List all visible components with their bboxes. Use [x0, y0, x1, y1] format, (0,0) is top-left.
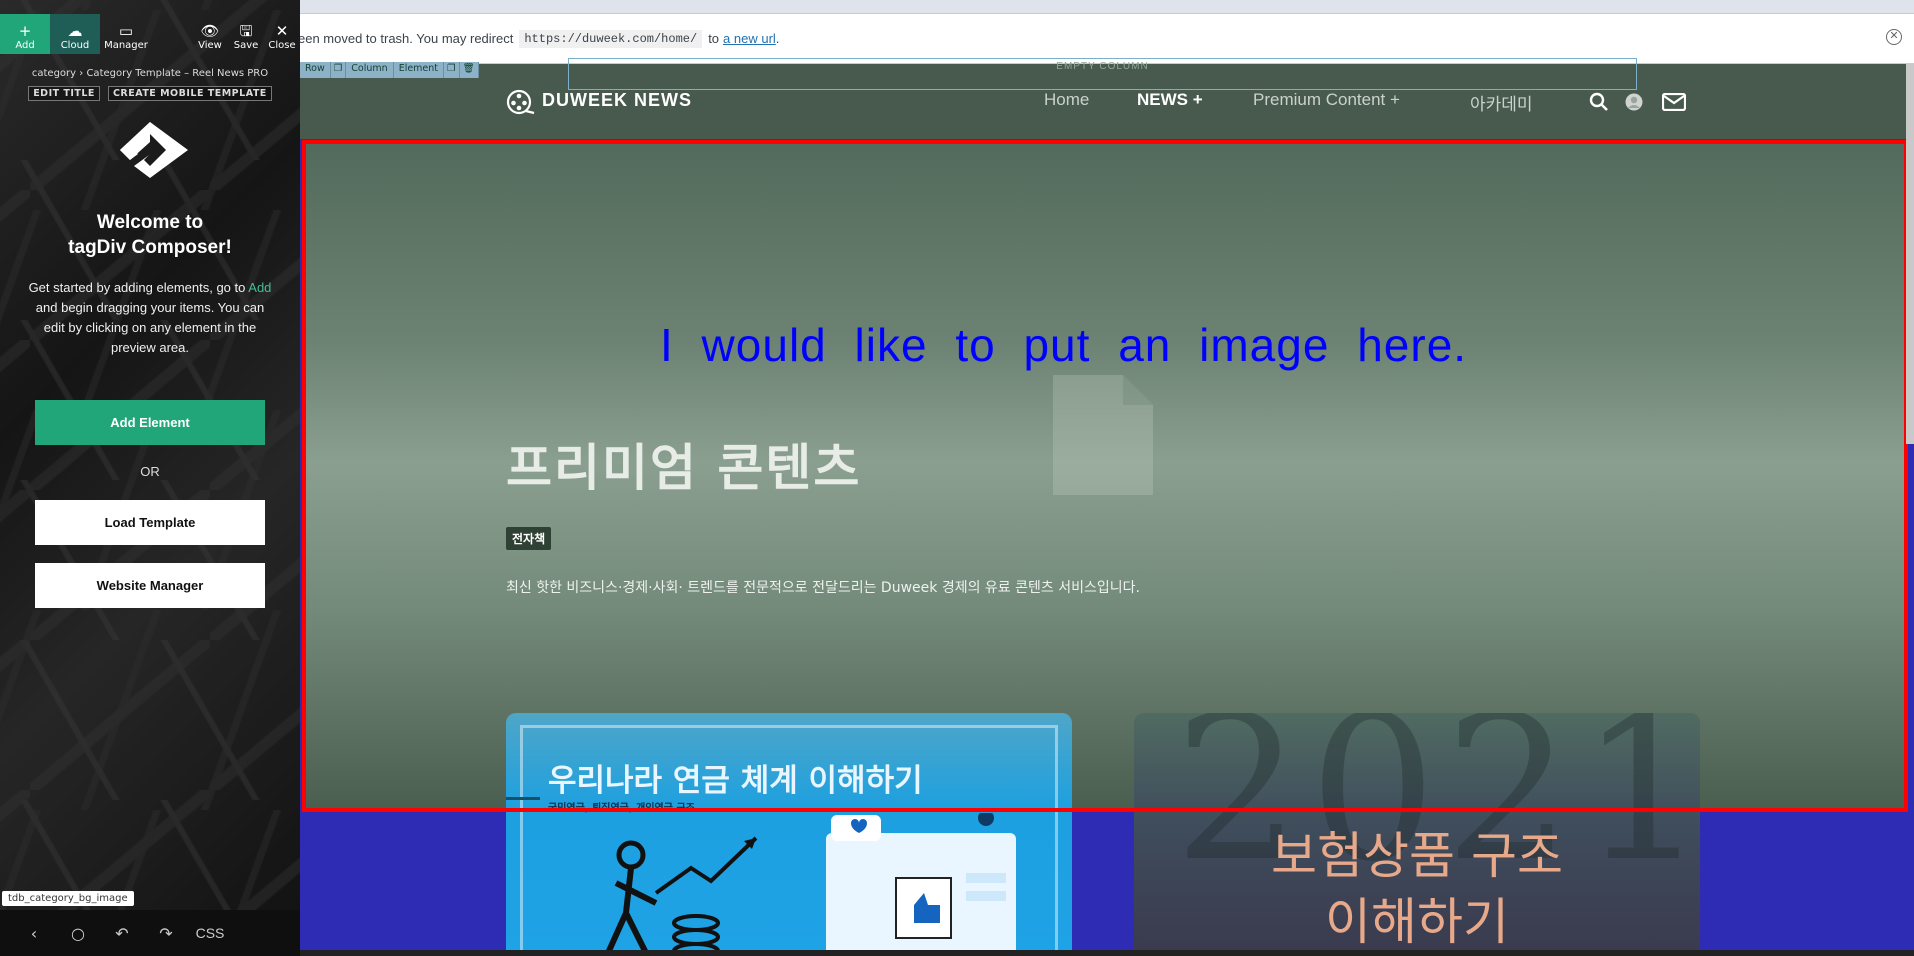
nav-academy[interactable]: 아카데미: [1470, 90, 1533, 115]
card-subtitle: 국민연금, 퇴직연금, 개인연금 구조: [548, 803, 695, 814]
save-label: Save: [233, 40, 259, 51]
intro-add-link[interactable]: Add: [248, 280, 271, 295]
pension-illustration: [605, 813, 1016, 956]
nav-premium-label: Premium Content: [1253, 90, 1386, 109]
nav-premium-plus: +: [1390, 90, 1400, 109]
breadcrumb-current: Category Template – Reel News PRO: [86, 68, 269, 79]
plus-icon: +: [18, 22, 32, 40]
create-mobile-template-button[interactable]: CREATE MOBILE TEMPLATE: [107, 86, 272, 101]
sidebar-bottom-bar: ‹ ○ ↶ ↷ CSS: [0, 910, 300, 956]
back-arrow-icon[interactable]: ‹: [12, 924, 56, 943]
preview-area: een moved to trash. You may redirect htt…: [300, 0, 1914, 956]
intro-text: Get started by adding elements, go to Ad…: [28, 278, 272, 358]
website-manager-button[interactable]: Website Manager: [35, 563, 265, 608]
add-label: Add: [15, 40, 35, 51]
builder-element-toolbar: Row ❐ Column Element ❐ 🗑: [300, 62, 479, 78]
nav-news-label: NEWS: [1137, 90, 1188, 109]
save-button[interactable]: 🖫 Save: [228, 14, 264, 54]
card-divider: [506, 797, 540, 800]
category-title: 프리미엄 콘텐츠: [506, 439, 862, 497]
nav-home[interactable]: Home: [1044, 90, 1089, 110]
card-title: 보험상품 구조 이해하기: [1134, 823, 1700, 955]
close-button[interactable]: ✕ Close: [264, 14, 300, 54]
cloud-icon: ☁: [67, 22, 83, 40]
cloud-label: Cloud: [60, 40, 90, 51]
welcome-heading: Welcome to tagDiv Composer!: [0, 210, 300, 260]
tagdiv-logo-icon: [120, 122, 188, 178]
intro-after: and begin dragging your items. You can e…: [35, 300, 265, 355]
template-breadcrumb: category › Category Template – Reel News…: [0, 68, 300, 79]
add-button[interactable]: + Add: [0, 14, 50, 54]
category-description: 최신 핫한 비즈니스·경제·사회· 트렌드를 전문적으로 전달드리는 Duwee…: [506, 580, 1140, 596]
close-icon: ✕: [275, 22, 289, 40]
view-label: View: [198, 40, 222, 51]
card-title-line-2: 이해하기: [1325, 893, 1509, 951]
or-divider: OR: [140, 464, 160, 479]
edit-title-button[interactable]: EDIT TITLE: [28, 86, 100, 101]
selected-element-tag: tdb_category_bg_image: [2, 891, 134, 906]
view-button[interactable]: 👁 View: [192, 14, 228, 54]
post-card[interactable]: 우리나라 연금 체계 이해하기 국민연금, 퇴직연금, 개인연금 구조: [506, 713, 1072, 956]
composer-topbar: + Add ☁ Cloud ▭ Manager 👁 View 🖫 Save ✕ …: [0, 14, 300, 54]
intro-before: Get started by adding elements, go to: [28, 280, 246, 295]
breadcrumb-separator: ›: [79, 68, 84, 79]
search-icon[interactable]: [1589, 92, 1609, 112]
close-label: Close: [268, 40, 296, 51]
site-name[interactable]: DUWEEK NEWS: [542, 90, 692, 111]
nav-premium-content[interactable]: Premium Content +: [1253, 90, 1400, 110]
cloud-button[interactable]: ☁ Cloud: [50, 14, 100, 54]
nav-news[interactable]: NEWS +: [1137, 90, 1203, 110]
load-template-button[interactable]: Load Template: [35, 500, 265, 545]
column-button[interactable]: Column: [346, 62, 394, 78]
welcome-line-2: tagDiv Composer!: [68, 237, 232, 258]
notice-url: https://duweek.com/home/: [519, 29, 703, 48]
row-button[interactable]: Row: [300, 62, 331, 78]
browser-tab-strip: [300, 0, 1914, 14]
copy-icon[interactable]: ❐: [330, 62, 347, 78]
nav-academy-label: 아카데미: [1470, 95, 1533, 114]
welcome-line-1: Welcome to: [96, 212, 204, 233]
vertical-scrollbar[interactable]: [1906, 64, 1914, 444]
floppy-icon: 🖫: [239, 22, 253, 40]
annotation-text: I would like to put an image here.: [660, 319, 1468, 371]
new-url-link[interactable]: a new url: [723, 31, 776, 46]
empty-column-placeholder[interactable]: EMPTY COLUMN: [568, 58, 1637, 90]
redo-icon[interactable]: ↷: [144, 924, 188, 943]
notice-to: to: [708, 31, 720, 46]
manager-button[interactable]: ▭ Manager: [100, 14, 152, 54]
card-title: 우리나라 연금 체계 이해하기: [548, 763, 923, 799]
undo-icon[interactable]: ↶: [100, 924, 144, 943]
eye-icon: 👁: [200, 22, 220, 40]
template-actions: EDIT TITLE CREATE MOBILE TEMPLATE: [0, 86, 300, 101]
manager-icon: ▭: [118, 22, 134, 40]
user-avatar-icon[interactable]: [1625, 93, 1643, 111]
breadcrumb-root[interactable]: category: [32, 68, 76, 79]
css-button[interactable]: CSS: [188, 925, 232, 941]
circle-icon[interactable]: ○: [56, 924, 100, 943]
mail-icon[interactable]: [1662, 93, 1686, 111]
close-circle-icon[interactable]: ✕: [1886, 29, 1902, 45]
image-placeholder-icon: [1053, 375, 1153, 495]
add-element-button[interactable]: Add Element: [35, 400, 265, 445]
bottom-border: [300, 950, 1914, 956]
nav-home-label: Home: [1044, 90, 1090, 109]
element-button[interactable]: Element: [393, 62, 445, 78]
redirect-notice: een moved to trash. You may redirect htt…: [300, 14, 1914, 64]
nav-news-plus: +: [1192, 90, 1203, 109]
notice-text: een moved to trash. You may redirect: [300, 31, 514, 46]
card-title-line-1: 보험상품 구조: [1271, 827, 1563, 885]
film-reel-logo-icon: [506, 89, 535, 115]
post-card[interactable]: 2021 보험상품 구조 이해하기: [1134, 713, 1700, 956]
duplicate-icon[interactable]: ❐: [444, 62, 460, 78]
trash-icon[interactable]: 🗑: [459, 62, 479, 78]
category-tag[interactable]: 전자책: [506, 527, 552, 550]
notice-end: .: [775, 31, 780, 46]
manager-label: Manager: [104, 40, 148, 51]
composer-sidebar: + Add ☁ Cloud ▭ Manager 👁 View 🖫 Save ✕ …: [0, 0, 300, 956]
